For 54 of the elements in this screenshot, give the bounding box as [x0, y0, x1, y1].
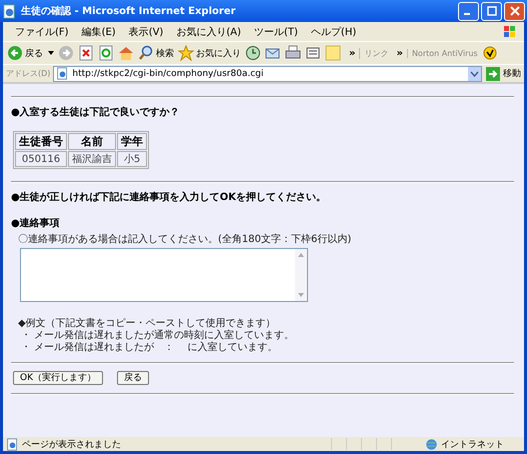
section-title: ●連絡事項 [11, 216, 61, 230]
favorites-button[interactable]: お気に入り [178, 45, 241, 61]
history-icon[interactable] [245, 45, 261, 61]
address-field[interactable]: http://stkpc2/cgi-bin/comphony/usr80a.cgi [53, 66, 482, 82]
address-label: アドレス(D) [6, 68, 50, 79]
menu-item[interactable]: お気に入り(A) [176, 24, 241, 38]
instruction-text: ●生徒が正しければ下記に連絡事項を入力してOKを押してください。 [11, 190, 327, 204]
close-button[interactable] [504, 2, 525, 20]
table-cell: 小5 [117, 151, 147, 167]
table-cell: 050116 [15, 151, 67, 167]
scrollbar-icon[interactable] [295, 249, 307, 301]
message-textarea[interactable] [20, 248, 308, 302]
column-header: 学年 [117, 133, 147, 150]
hint-text: 〇連絡事項がある場合は記入してください。(全角180文字：下枠6行以内) [18, 232, 352, 246]
maximize-button[interactable] [481, 2, 502, 20]
windows-logo-icon [502, 24, 518, 40]
edit-icon[interactable] [305, 45, 321, 61]
example-text: ・ メール発信は遅れましたが通常の時刻に入室しています。 [21, 330, 296, 342]
menu-item[interactable]: 編集(E) [82, 24, 116, 38]
minimize-icon [464, 12, 470, 14]
menu-item[interactable]: 表示(V) [128, 24, 164, 38]
go-button[interactable]: 移動 [485, 66, 521, 82]
chevron-text[interactable]: » [396, 48, 403, 58]
home-icon[interactable] [118, 45, 134, 61]
column-header: 名前 [68, 133, 116, 150]
stop-icon[interactable] [78, 45, 94, 61]
column-header: 生徒番号 [15, 133, 67, 150]
window-title: 生徒の確認 - Microsoft Internet Explorer [21, 4, 237, 18]
page-icon [6, 438, 19, 450]
maximize-icon [486, 6, 496, 16]
close-icon [510, 6, 520, 16]
minimize-button[interactable] [458, 2, 479, 20]
menu-item[interactable]: ヘルプ(H) [310, 24, 356, 38]
form-button[interactable]: 戻る [117, 371, 149, 385]
globe-icon [425, 438, 438, 450]
star-icon [178, 45, 194, 61]
caret-icon [48, 51, 54, 55]
zone-label: イントラネット [441, 438, 505, 450]
back-button[interactable]: 戻る [7, 45, 54, 61]
menu-item[interactable]: ツール(T) [254, 24, 298, 38]
print-icon[interactable] [285, 45, 301, 61]
search-button[interactable]: 検索 [138, 45, 174, 61]
status-message: ページが表示されました [22, 438, 122, 450]
chevron-text[interactable]: » [349, 48, 356, 58]
browser-icon [2, 4, 17, 18]
menu-item[interactable]: ファイル(F) [15, 24, 69, 38]
example-heading: ◆例文（下記文書をコピー・ペーストして使用できます） [18, 316, 277, 330]
table-cell: 福沢諭吉 [68, 151, 116, 167]
form-button[interactable]: OK（実行します） [13, 371, 103, 385]
refresh-icon[interactable] [98, 45, 114, 61]
dropdown-icon[interactable] [468, 66, 481, 80]
search-icon [138, 45, 154, 61]
example-text: ・ メール発信は遅れましたが ： に入室しています。 [21, 342, 278, 354]
question-text: ●入室する生徒は下記で良いですか？ [11, 105, 181, 119]
